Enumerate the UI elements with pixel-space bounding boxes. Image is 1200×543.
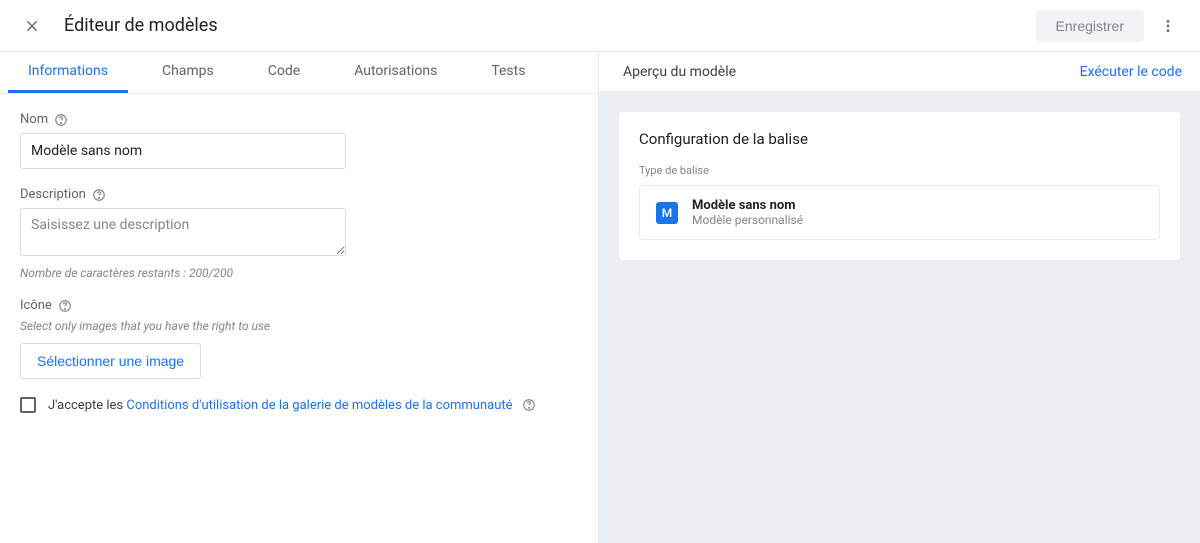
name-label-text: Nom	[20, 112, 48, 127]
config-card-title: Configuration de la balise	[639, 130, 1160, 148]
tab-tests[interactable]: Tests	[471, 52, 545, 93]
config-card: Configuration de la balise Type de balis…	[619, 112, 1180, 260]
preview-title: Aperçu du modèle	[623, 64, 736, 80]
icon-label-text: Icône	[20, 298, 52, 313]
template-icon: M	[656, 202, 678, 224]
editor-tabs: Informations Champs Code Autorisations T…	[0, 52, 598, 94]
description-label-text: Description	[20, 187, 86, 202]
tag-subtitle: Modèle personnalisé	[692, 213, 803, 227]
tab-champs[interactable]: Champs	[142, 52, 234, 93]
accept-terms-text: J'accepte les Conditions d'utilisation d…	[48, 398, 536, 413]
more-menu-button[interactable]	[1152, 10, 1184, 42]
select-image-button[interactable]: Sélectionner une image	[20, 343, 201, 379]
help-icon[interactable]	[58, 299, 72, 313]
close-icon	[24, 18, 40, 34]
tag-type-label: Type de balise	[639, 164, 1160, 177]
name-input[interactable]	[20, 133, 346, 169]
help-icon[interactable]	[92, 188, 106, 202]
description-textarea[interactable]	[20, 208, 346, 256]
terms-link[interactable]: Conditions d'utilisation de la galerie d…	[126, 398, 512, 413]
tab-informations[interactable]: Informations	[8, 52, 128, 93]
tag-type-block[interactable]: M Modèle sans nom Modèle personnalisé	[639, 185, 1160, 240]
accept-terms-checkbox[interactable]	[20, 397, 36, 413]
close-button[interactable]	[20, 14, 44, 38]
help-icon[interactable]	[54, 113, 68, 127]
icon-rights-hint: Select only images that you have the rig…	[20, 319, 578, 333]
description-label: Description	[20, 187, 578, 202]
char-count-hint: Nombre de caractères restants : 200/200	[20, 266, 578, 280]
save-button[interactable]: Enregistrer	[1036, 10, 1144, 42]
tab-code[interactable]: Code	[248, 52, 320, 93]
accept-prefix: J'accepte les	[48, 398, 126, 413]
page-title: Éditeur de modèles	[64, 15, 1036, 36]
execute-code-link[interactable]: Exécuter le code	[1080, 64, 1182, 80]
more-vert-icon	[1160, 18, 1176, 34]
help-icon[interactable]	[522, 398, 536, 412]
tab-autorisations[interactable]: Autorisations	[334, 52, 457, 93]
tag-name: Modèle sans nom	[692, 198, 803, 213]
icon-label: Icône	[20, 298, 578, 313]
name-label: Nom	[20, 112, 578, 127]
